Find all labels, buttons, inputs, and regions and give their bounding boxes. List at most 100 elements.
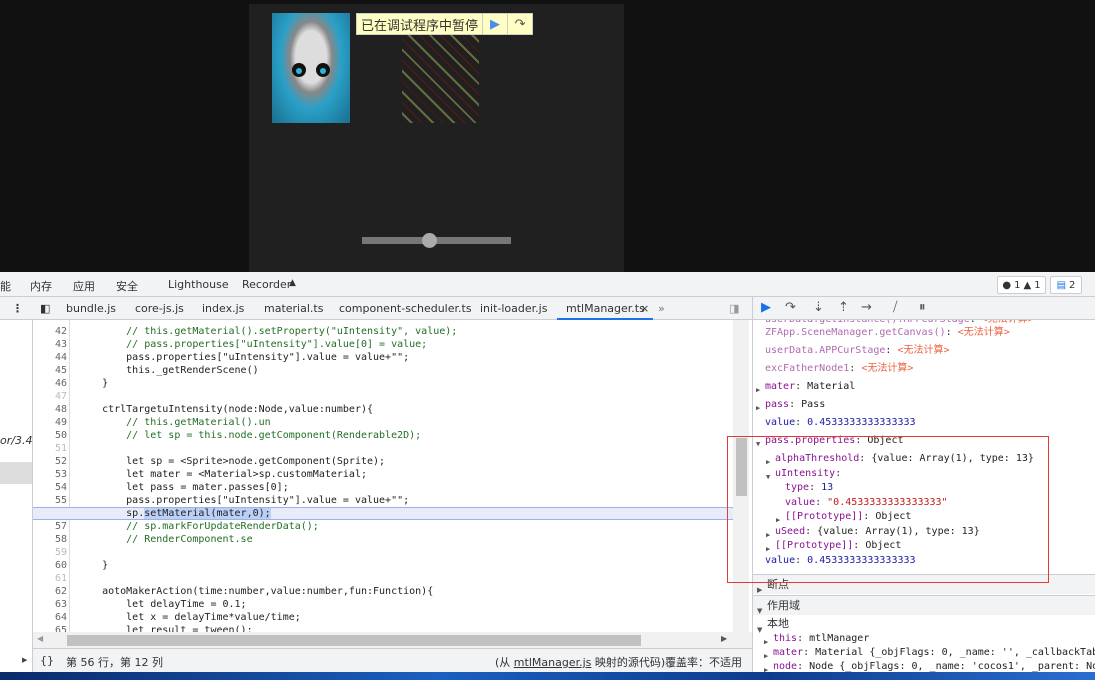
- step-over-icon[interactable]: ↷: [785, 300, 796, 315]
- line-number[interactable]: 55: [33, 494, 67, 507]
- scope-variable[interactable]: ▶ this: mtlManager: [764, 631, 869, 646]
- watch-row[interactable]: value: 0.4533333333333333: [765, 415, 916, 430]
- line-number[interactable]: 57: [33, 520, 67, 533]
- tab-security[interactable]: 安全: [116, 278, 138, 294]
- resume-icon[interactable]: ▶: [761, 300, 771, 315]
- line-number[interactable]: 54: [33, 481, 67, 494]
- toggle-navigator-icon[interactable]: ◧: [40, 302, 50, 315]
- source-file-link[interactable]: mtlManager.js: [514, 656, 592, 669]
- line-number[interactable]: 47: [33, 390, 67, 403]
- line-number[interactable]: 59: [33, 546, 67, 559]
- watch-row[interactable]: ▶ pass: Pass: [756, 397, 825, 412]
- line-number[interactable]: 43: [33, 338, 67, 351]
- expand-arrow-icon[interactable]: ▶: [764, 649, 768, 664]
- error-count: 1: [1014, 279, 1021, 291]
- navigator-selected-row[interactable]: [0, 462, 32, 484]
- line-number[interactable]: 50: [33, 429, 67, 442]
- horizontal-scroll-thumb[interactable]: [67, 635, 641, 646]
- file-tab[interactable]: core-js.js: [135, 302, 184, 315]
- file-tab[interactable]: index.js: [202, 302, 244, 315]
- scope-variable[interactable]: ▶ mater: Material {_objFlags: 0, _name: '…: [764, 645, 1095, 660]
- line-number[interactable]: 58: [33, 533, 67, 546]
- tab-recorder[interactable]: Recorder: [242, 278, 291, 291]
- warning-count: 1: [1034, 279, 1041, 291]
- deactivate-breakpoints-icon[interactable]: ⧸: [893, 300, 897, 315]
- step-into-icon[interactable]: ⇣: [813, 300, 824, 315]
- tab-lighthouse[interactable]: Lighthouse: [168, 278, 229, 291]
- line-number[interactable]: 42: [33, 325, 67, 338]
- intensity-slider-thumb[interactable]: [422, 233, 438, 248]
- line-number[interactable]: 52: [33, 455, 67, 468]
- file-tab[interactable]: bundle.js: [66, 302, 116, 315]
- messages-counter[interactable]: ▤ 2: [1050, 276, 1082, 294]
- code-line: let result = tween();: [78, 625, 253, 632]
- watch-row[interactable]: userData.APPCurStage: <无法计算>: [765, 343, 950, 358]
- resume-icon[interactable]: ▶: [482, 14, 507, 34]
- step-over-icon[interactable]: ↷: [507, 14, 532, 34]
- file-tab[interactable]: material.ts: [264, 302, 323, 315]
- line-number[interactable]: 53: [33, 468, 67, 481]
- scope-section-header[interactable]: ▼ 作用域: [753, 595, 1095, 615]
- line-number[interactable]: 44: [33, 351, 67, 364]
- line-number[interactable]: 51: [33, 442, 67, 455]
- pause-on-exceptions-icon[interactable]: ⏸: [919, 300, 926, 315]
- scope-variable[interactable]: ▶ node: Node {_objFlags: 0, _name: 'cocos…: [764, 659, 1095, 672]
- code-line: pass.properties["uIntensity"].value = va…: [78, 352, 410, 363]
- code-editor[interactable]: 4243444546474849505152535455565758596061…: [33, 320, 733, 632]
- line-number[interactable]: 63: [33, 598, 67, 611]
- error-icon: ●: [1002, 279, 1012, 291]
- step-icon[interactable]: →: [861, 300, 872, 315]
- more-tabs-button[interactable]: »: [658, 302, 665, 315]
- close-tab-icon[interactable]: ×: [640, 302, 649, 315]
- more-options-icon[interactable]: ⋮: [12, 302, 23, 315]
- code-line: }: [78, 560, 109, 571]
- watch-key: pass: [765, 399, 790, 410]
- line-number[interactable]: 49: [33, 416, 67, 429]
- line-number-gutter[interactable]: 4243444546474849505152535455565758596061…: [33, 320, 70, 632]
- navigator-path[interactable]: or/3.4.: [0, 434, 36, 447]
- tab-memory[interactable]: 内存: [30, 278, 52, 294]
- issues-counter[interactable]: ● 1 ▲ 1: [997, 276, 1046, 294]
- code-line: let x = delayTime*value/time;: [78, 612, 301, 623]
- scroll-left-icon[interactable]: ◀: [37, 634, 43, 643]
- watch-value: 0.4533333333333333: [807, 417, 916, 428]
- line-number[interactable]: 60: [33, 559, 67, 572]
- separator: :: [885, 345, 898, 356]
- line-number[interactable]: 61: [33, 572, 67, 585]
- expand-arrow-icon[interactable]: ▶: [756, 401, 760, 416]
- code-line: // pass.properties["uIntensity"].value[0…: [78, 339, 428, 350]
- expand-arrow-icon[interactable]: ▶: [764, 663, 768, 672]
- separator: :: [797, 633, 810, 644]
- line-number[interactable]: 62: [33, 585, 67, 598]
- watch-value: <无法计算>: [897, 345, 950, 356]
- expand-arrow-icon[interactable]: ▶: [756, 383, 760, 398]
- line-number[interactable]: 45: [33, 364, 67, 377]
- watch-key: excFatherNode1: [765, 363, 850, 374]
- file-tab-active[interactable]: mtlManager.ts: [566, 302, 645, 315]
- expand-arrow-icon[interactable]: ▶: [22, 656, 27, 664]
- file-tab[interactable]: init-loader.js: [480, 302, 547, 315]
- watch-key: value: [765, 417, 796, 428]
- line-number[interactable]: 48: [33, 403, 67, 416]
- expand-arrow-icon[interactable]: ▶: [764, 635, 768, 650]
- line-number[interactable]: 64: [33, 611, 67, 624]
- cocos-logo-sprite: [272, 13, 350, 123]
- code-line: // this.getMaterial().un: [78, 417, 271, 428]
- separator: :: [795, 417, 808, 428]
- watch-row[interactable]: ▶ mater: Material: [756, 379, 855, 394]
- editor-status-bar: {} 第 56 行，第 12 列 (从 mtlManager.js 映射的源代码…: [33, 648, 752, 672]
- line-number[interactable]: 65: [33, 624, 67, 632]
- step-out-icon[interactable]: ⇡: [838, 300, 849, 315]
- scroll-right-icon[interactable]: ▶: [721, 634, 727, 643]
- pretty-print-button[interactable]: {}: [40, 654, 54, 667]
- toggle-debugger-icon[interactable]: ◨: [729, 302, 739, 315]
- watch-row[interactable]: ZFApp.SceneManager.getCanvas(): <无法计算>: [765, 325, 1010, 340]
- watch-row[interactable]: excFatherNode1: <无法计算>: [765, 361, 913, 376]
- coverage-info: 覆盖率：不适用: [665, 656, 742, 669]
- source-map-info: (从 mtlManager.js 映射的源代码): [495, 654, 665, 670]
- line-number[interactable]: 46: [33, 377, 67, 390]
- file-tab[interactable]: component-scheduler.ts: [339, 302, 472, 315]
- tab-performance[interactable]: 能: [0, 278, 11, 294]
- tab-application[interactable]: 应用: [73, 278, 95, 294]
- separator: :: [797, 661, 810, 672]
